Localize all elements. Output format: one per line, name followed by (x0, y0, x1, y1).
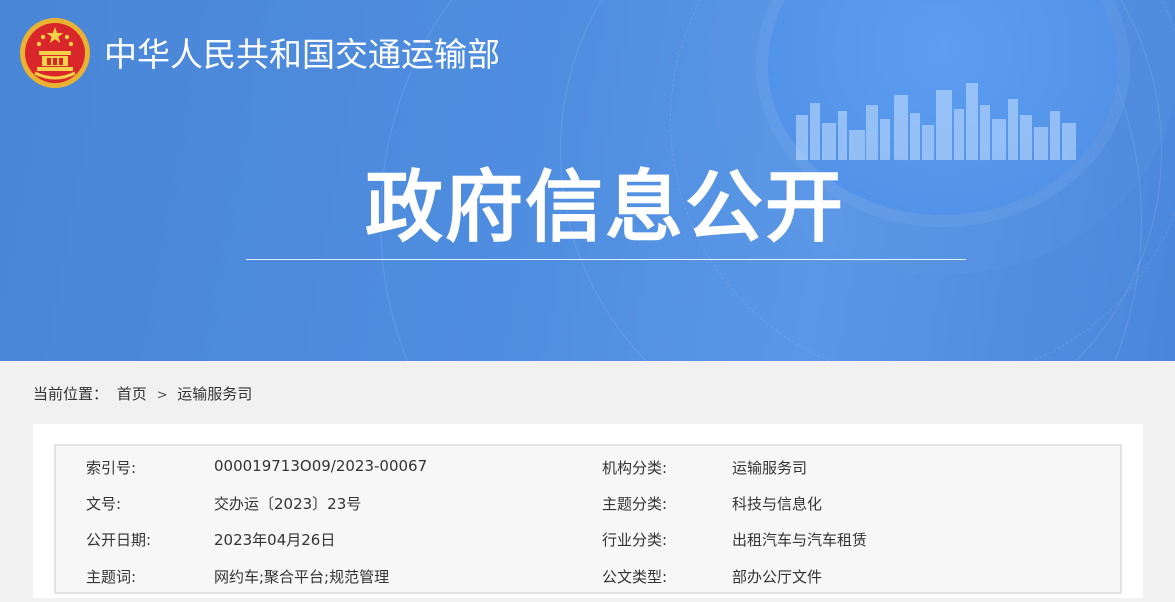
breadcrumb: 当前位置： 首页 > 运输服务司 (33, 383, 252, 404)
breadcrumb-home-link[interactable]: 首页 (117, 385, 147, 403)
meta-value: 部办公厅文件 (732, 568, 823, 586)
meta-row: 索引号: 000019713O09/2023-00067 机构分类: 运输服务司 (56, 457, 1120, 493)
page-title: 政府信息公开 (364, 163, 845, 253)
meta-value: 交办运〔2023〕23号 (214, 495, 362, 513)
meta-label: 文号: (86, 495, 122, 513)
meta-row: 主题词: 网约车;聚合平台;规范管理 公文类型: 部办公厅文件 (56, 566, 1120, 602)
meta-value: 2023年04月26日 (214, 531, 336, 549)
meta-label: 主题分类: (602, 495, 668, 513)
site-title[interactable]: 中华人民共和国交通运输部 (104, 28, 500, 76)
meta-row: 文号: 交办运〔2023〕23号 主题分类: 科技与信息化 (56, 493, 1120, 529)
breadcrumb-prefix: 当前位置： (33, 385, 109, 403)
meta-row: 公开日期: 2023年04月26日 行业分类: 出租汽车与汽车租赁 (56, 529, 1120, 565)
meta-value: 出租汽车与汽车租赁 (732, 531, 868, 549)
meta-label: 索引号: (86, 459, 137, 477)
meta-label: 公文类型: (602, 568, 668, 586)
national-emblem-icon (20, 18, 90, 88)
breadcrumb-separator: > (156, 388, 168, 403)
meta-value: 运输服务司 (732, 459, 808, 477)
meta-label: 机构分类: (602, 459, 668, 477)
meta-value: 网约车;聚合平台;规范管理 (214, 568, 390, 586)
city-skyline-icon (796, 83, 1076, 160)
meta-label: 主题词: (86, 568, 137, 586)
meta-value: 000019713O09/2023-00067 (214, 457, 428, 475)
title-divider (246, 259, 966, 260)
document-meta-table: 索引号: 000019713O09/2023-00067 机构分类: 运输服务司… (54, 444, 1122, 594)
meta-label: 行业分类: (602, 531, 668, 549)
meta-label: 公开日期: (86, 531, 152, 549)
header-banner: 中华人民共和国交通运输部 政府信息公开 (0, 0, 1175, 361)
meta-value: 科技与信息化 (732, 495, 823, 513)
breadcrumb-department-link[interactable]: 运输服务司 (177, 385, 252, 403)
